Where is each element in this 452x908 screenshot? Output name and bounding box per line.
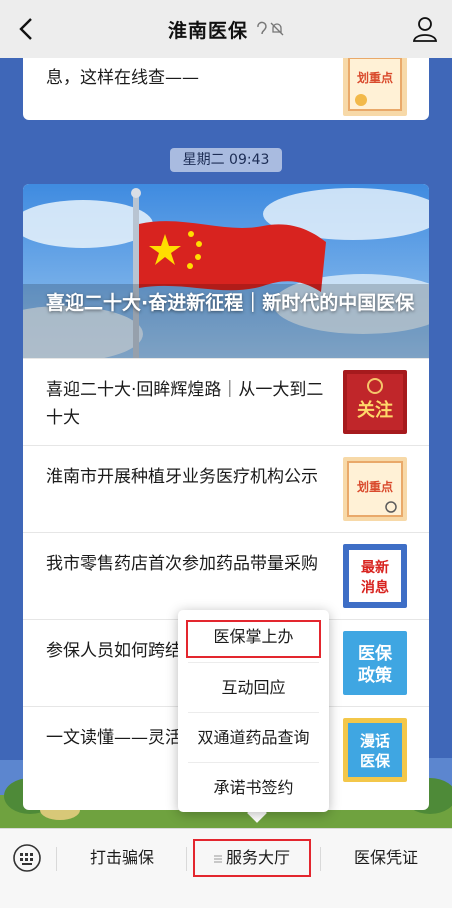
profile-icon[interactable] — [412, 16, 438, 42]
article-thumbnail: 划重点 — [343, 52, 407, 116]
svg-text:漫话: 漫话 — [360, 732, 390, 750]
menu-item-interactive-response[interactable]: 互动回应 — [188, 662, 319, 712]
message-timestamp: 星期二 09:43 — [170, 148, 282, 172]
article-thumbnail: 漫话 医保 — [343, 718, 407, 782]
article-list-item[interactable]: 喜迎二十大·回眸辉煌路｜从一大到二十大 关注 — [23, 358, 429, 445]
thumb-label: 划重点 — [357, 479, 393, 494]
svg-text:医保: 医保 — [360, 752, 391, 770]
article-title: 息，这样在线查—— — [46, 68, 199, 88]
tab-fraud-report[interactable]: 打击骗保 — [70, 839, 174, 877]
tab-insurance-voucher[interactable]: 医保凭证 — [334, 839, 438, 877]
thumb-label: 关注 — [357, 399, 393, 421]
keyboard-icon[interactable] — [12, 843, 42, 873]
cover-title: 喜迎二十大·奋进新征程｜新时代的中国医保 — [46, 292, 415, 314]
service-hall-menu: 医保掌上办 互动回应 双通道药品查询 承诺书签约 — [178, 610, 329, 812]
article-thumbnail: 医保 政策 — [343, 631, 407, 695]
bottom-menu-bar: 打击骗保 服务大厅 医保凭证 — [0, 828, 452, 908]
svg-text:政策: 政策 — [358, 665, 393, 686]
article-thumbnail: 划重点 — [343, 457, 407, 521]
menu-item-mobile-service[interactable]: 医保掌上办 — [186, 612, 321, 662]
mute-bell-icon — [270, 22, 284, 36]
article-title: 淮南市开展种植牙业务医疗机构公示 — [46, 467, 318, 487]
article-list-item[interactable]: 我市零售药店首次参加药品带量采购 最新 消息 — [23, 532, 429, 619]
tab-service-hall[interactable]: 服务大厅 — [193, 839, 311, 877]
back-icon[interactable] — [14, 15, 40, 43]
cover-article[interactable]: 喜迎二十大·奋进新征程｜新时代的中国医保 — [23, 184, 429, 358]
article-title: 我市零售药店首次参加药品带量采购 — [46, 554, 318, 574]
account-title: 淮南医保 — [167, 19, 248, 42]
ear-icon — [257, 21, 267, 35]
svg-text:消息: 消息 — [361, 579, 389, 596]
article-thumbnail: 关注 — [343, 370, 407, 434]
svg-text:最新: 最新 — [361, 559, 389, 576]
article-thumbnail: 最新 消息 — [343, 544, 407, 608]
flag-cover-image — [23, 184, 429, 358]
menu-item-commitment-signing[interactable]: 承诺书签约 — [188, 762, 319, 812]
menu-item-dual-channel-drug-query[interactable]: 双通道药品查询 — [188, 712, 319, 762]
svg-text:划重点: 划重点 — [357, 70, 393, 85]
article-title: 喜迎二十大·回眸辉煌路｜从一大到二十大 — [46, 380, 324, 428]
top-nav-bar: 淮南医保 — [0, 0, 452, 58]
article-list-item[interactable]: 淮南市开展种植牙业务医疗机构公示 划重点 — [23, 445, 429, 532]
menu-lines-icon — [213, 855, 222, 862]
svg-text:医保: 医保 — [358, 643, 393, 664]
tab-service-hall-label: 服务大厅 — [225, 848, 290, 867]
